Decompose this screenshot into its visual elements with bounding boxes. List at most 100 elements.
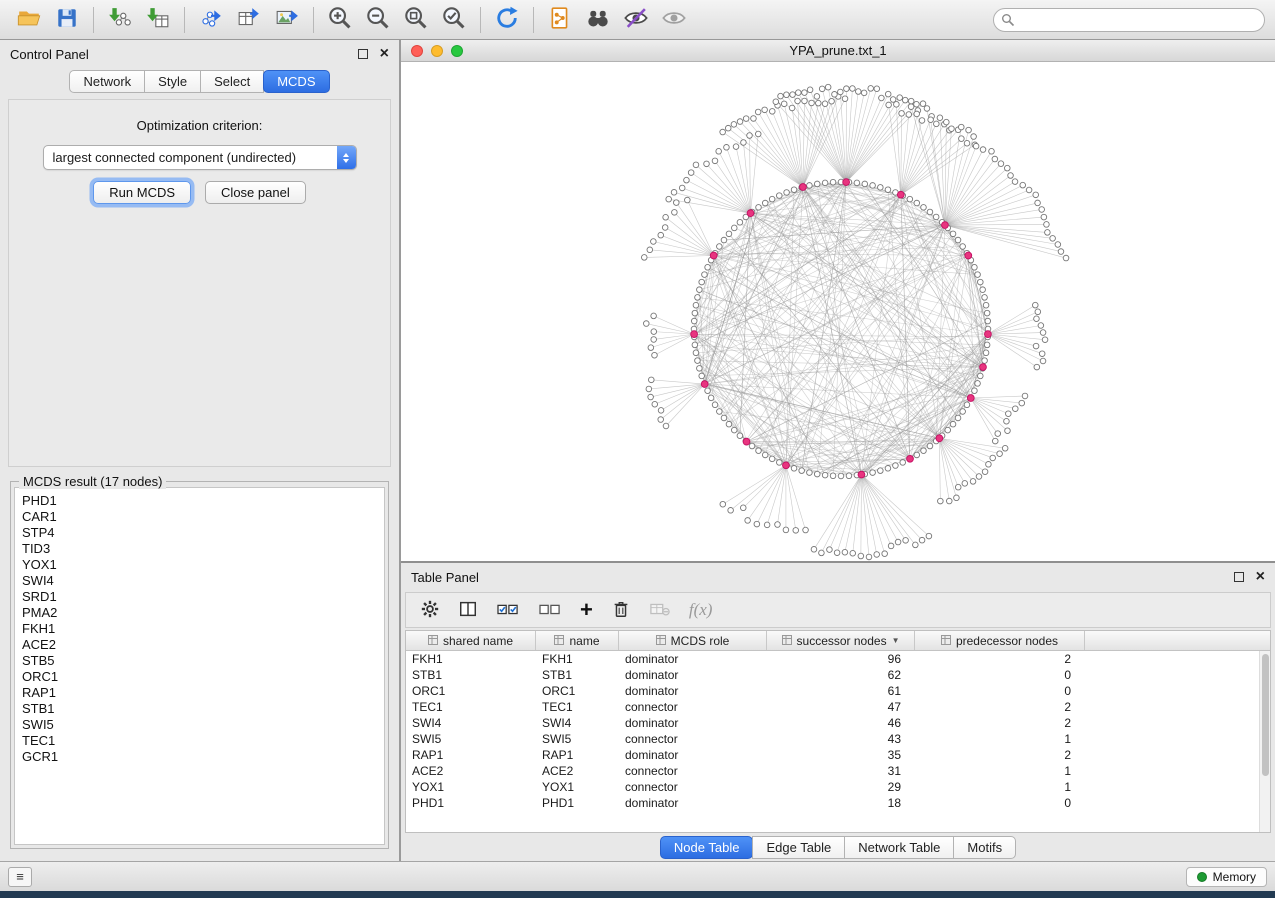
network-canvas[interactable] bbox=[401, 63, 1275, 561]
network-graph[interactable] bbox=[401, 63, 1273, 563]
save-button[interactable] bbox=[48, 4, 86, 36]
result-node-item[interactable]: TEC1 bbox=[15, 733, 384, 749]
run-mcds-button[interactable]: Run MCDS bbox=[93, 181, 191, 204]
result-node-item[interactable]: ORC1 bbox=[15, 669, 384, 685]
mcds-result-list[interactable]: PHD1CAR1STP4TID3YOX1SWI4SRD1PMA2FKH1ACE2… bbox=[14, 487, 385, 845]
sort-dropdown-icon[interactable]: ▼ bbox=[892, 636, 900, 645]
close-window-icon[interactable] bbox=[411, 45, 423, 57]
result-node-item[interactable]: RAP1 bbox=[15, 685, 384, 701]
share-document-button[interactable] bbox=[541, 4, 579, 36]
export-table-button[interactable] bbox=[230, 4, 268, 36]
open-file-button[interactable] bbox=[10, 4, 48, 36]
find-icon bbox=[585, 5, 611, 34]
result-node-item[interactable]: CAR1 bbox=[15, 509, 384, 525]
column-type-icon bbox=[428, 634, 438, 648]
select-all-button[interactable] bbox=[496, 599, 520, 622]
tab-network[interactable]: Network bbox=[69, 70, 145, 93]
find-button[interactable] bbox=[579, 4, 617, 36]
tab-mcds[interactable]: MCDS bbox=[263, 70, 329, 93]
export-network-button[interactable] bbox=[192, 4, 230, 36]
table-panel: Table Panel × bbox=[401, 563, 1275, 861]
column-header-shared-name[interactable]: shared name bbox=[406, 631, 536, 650]
show-panels-button[interactable]: ≡ bbox=[8, 867, 32, 887]
result-node-item[interactable]: SRD1 bbox=[15, 589, 384, 605]
cell-pred: 2 bbox=[915, 747, 1085, 763]
export-image-button[interactable] bbox=[268, 4, 306, 36]
import-table-button[interactable] bbox=[139, 4, 177, 36]
result-node-item[interactable]: YOX1 bbox=[15, 557, 384, 573]
column-header-MCDS-role[interactable]: MCDS role bbox=[619, 631, 767, 650]
result-node-item[interactable]: PHD1 bbox=[15, 493, 384, 509]
result-node-item[interactable]: GCR1 bbox=[15, 749, 384, 765]
cell-name: SWI5 bbox=[536, 731, 619, 747]
deselect-all-button[interactable] bbox=[538, 599, 562, 622]
tab-edge-table[interactable]: Edge Table bbox=[752, 836, 845, 859]
tab-select[interactable]: Select bbox=[200, 70, 264, 93]
float-table-panel-icon[interactable] bbox=[1234, 572, 1244, 582]
add-column-button[interactable]: + bbox=[580, 601, 593, 619]
show-all-button[interactable] bbox=[655, 4, 693, 36]
table-row[interactable]: FKH1FKH1dominator962 bbox=[406, 651, 1259, 667]
result-node-item[interactable]: PMA2 bbox=[15, 605, 384, 621]
search-input[interactable] bbox=[993, 8, 1265, 32]
delete-column-button[interactable] bbox=[611, 599, 631, 622]
zoom-in-button[interactable] bbox=[321, 4, 359, 36]
scrollbar-thumb[interactable] bbox=[1262, 654, 1269, 776]
zoom-out-button[interactable] bbox=[359, 4, 397, 36]
close-panel-icon[interactable]: × bbox=[380, 49, 389, 59]
table-row[interactable]: SWI4SWI4dominator462 bbox=[406, 715, 1259, 731]
result-node-item[interactable]: STP4 bbox=[15, 525, 384, 541]
table-row[interactable]: TEC1TEC1connector472 bbox=[406, 699, 1259, 715]
search-icon bbox=[1001, 13, 1015, 30]
hide-selected-button[interactable] bbox=[617, 4, 655, 36]
tab-motifs[interactable]: Motifs bbox=[953, 836, 1016, 859]
column-header-successor-nodes[interactable]: successor nodes▼ bbox=[767, 631, 915, 650]
close-panel-button[interactable]: Close panel bbox=[205, 181, 306, 204]
cell-pred: 2 bbox=[915, 651, 1085, 667]
zoom-selected-button[interactable] bbox=[435, 4, 473, 36]
tab-network-table[interactable]: Network Table bbox=[844, 836, 954, 859]
table-settings-button[interactable] bbox=[420, 599, 440, 622]
toolbar-separator bbox=[533, 7, 534, 33]
result-node-item[interactable]: SWI5 bbox=[15, 717, 384, 733]
table-body[interactable]: FKH1FKH1dominator962STB1STB1dominator620… bbox=[406, 651, 1259, 832]
close-table-panel-icon[interactable]: × bbox=[1256, 572, 1265, 582]
table-row[interactable]: SWI5SWI5connector431 bbox=[406, 731, 1259, 747]
memory-label: Memory bbox=[1213, 870, 1256, 884]
cell-name: STB1 bbox=[536, 667, 619, 683]
table-row[interactable]: ACE2ACE2connector311 bbox=[406, 763, 1259, 779]
cell-shared_name: ORC1 bbox=[406, 683, 536, 699]
float-panel-icon[interactable] bbox=[358, 49, 368, 59]
network-window-titlebar[interactable]: YPA_prune.txt_1 bbox=[401, 40, 1275, 62]
criterion-select[interactable]: largest connected component (undirected) bbox=[43, 145, 357, 170]
cell-name: PHD1 bbox=[536, 795, 619, 811]
table-row[interactable]: ORC1ORC1dominator610 bbox=[406, 683, 1259, 699]
plus-icon: + bbox=[580, 601, 593, 619]
table-scrollbar[interactable] bbox=[1259, 651, 1270, 832]
cell-shared_name: TEC1 bbox=[406, 699, 536, 715]
result-node-item[interactable]: FKH1 bbox=[15, 621, 384, 637]
result-node-item[interactable]: ACE2 bbox=[15, 637, 384, 653]
table-row[interactable]: YOX1YOX1connector291 bbox=[406, 779, 1259, 795]
apply-layout-button[interactable] bbox=[488, 4, 526, 36]
table-row[interactable]: RAP1RAP1dominator352 bbox=[406, 747, 1259, 763]
tab-style[interactable]: Style bbox=[144, 70, 201, 93]
table-row[interactable]: STB1STB1dominator620 bbox=[406, 667, 1259, 683]
tab-node-table[interactable]: Node Table bbox=[660, 836, 754, 859]
result-node-item[interactable]: STB5 bbox=[15, 653, 384, 669]
result-node-item[interactable]: STB1 bbox=[15, 701, 384, 717]
import-network-button[interactable] bbox=[101, 4, 139, 36]
result-node-item[interactable]: SWI4 bbox=[15, 573, 384, 589]
result-node-item[interactable]: TID3 bbox=[15, 541, 384, 557]
main-toolbar bbox=[0, 0, 1275, 40]
maximize-window-icon[interactable] bbox=[451, 45, 463, 57]
column-header-predecessor-nodes[interactable]: predecessor nodes bbox=[915, 631, 1085, 650]
minimize-window-icon[interactable] bbox=[431, 45, 443, 57]
memory-button[interactable]: Memory bbox=[1186, 867, 1267, 887]
table-row[interactable]: PHD1PHD1dominator180 bbox=[406, 795, 1259, 811]
column-header-name[interactable]: name bbox=[536, 631, 619, 650]
show-columns-button[interactable] bbox=[458, 599, 478, 622]
cell-shared_name: SWI5 bbox=[406, 731, 536, 747]
toolbar-search bbox=[993, 8, 1265, 32]
zoom-fit-button[interactable] bbox=[397, 4, 435, 36]
